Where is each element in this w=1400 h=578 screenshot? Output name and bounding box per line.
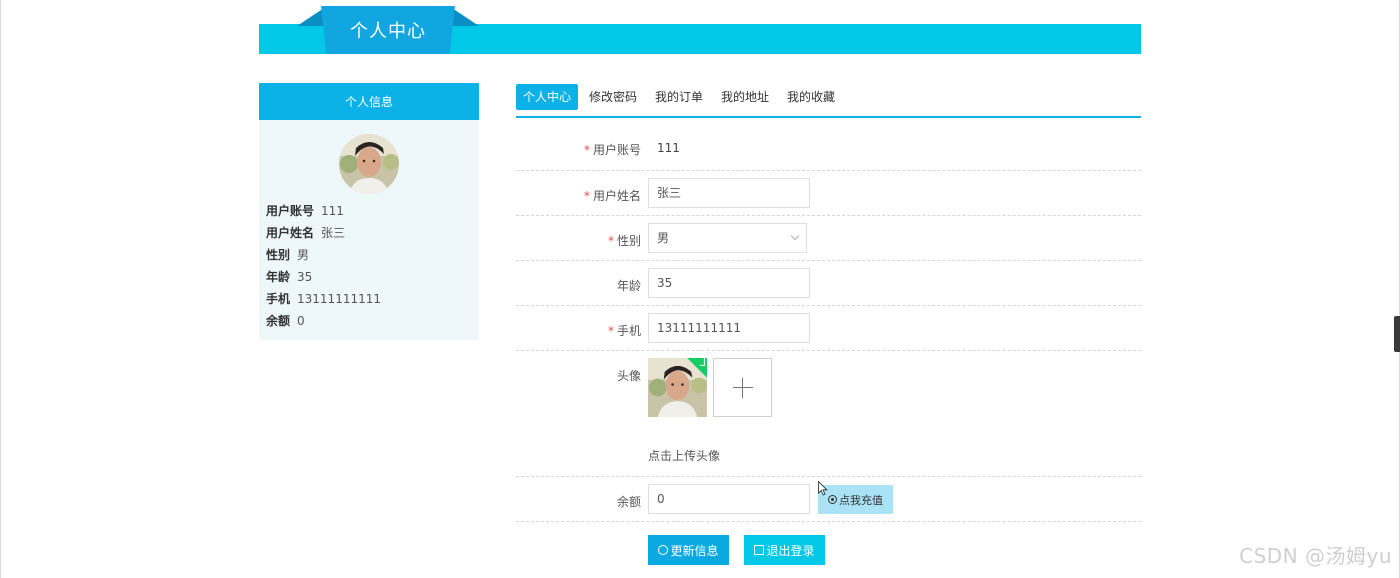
account-value: 111: [657, 141, 680, 155]
name-input[interactable]: 张三: [648, 178, 810, 208]
tab-profile-center[interactable]: 个人中心: [516, 84, 579, 110]
close-square-icon: [754, 545, 765, 555]
form-row-age: 年龄 35: [516, 261, 1141, 306]
sidebar-row-gender: 性别男: [266, 248, 310, 262]
page-title: 个人中心: [350, 21, 426, 42]
tab-change-password[interactable]: 修改密码: [589, 84, 637, 110]
age-label: 年龄: [616, 279, 641, 293]
uploaded-avatar[interactable]: [648, 358, 707, 417]
mouse-cursor-icon: [818, 481, 828, 496]
profile-tabs: 个人中心 修改密码 我的订单 我的地址 我的收藏: [516, 83, 1141, 118]
name-label: * 用户姓名: [583, 189, 641, 203]
scrollbar-thumb[interactable]: [1394, 316, 1400, 352]
logout-label: 退出登录: [766, 543, 815, 558]
age-input[interactable]: 35: [648, 268, 810, 298]
recharge-button[interactable]: 点我充值: [818, 485, 893, 514]
sidebar-avatar: [339, 134, 399, 194]
profile-sidebar: 个人信息 用户账号 111 用户姓名 张三 性别男 年龄 35 手机 131111111…: [259, 83, 479, 340]
watermark: CSDN @汤姆yu: [1239, 544, 1392, 568]
phone-input[interactable]: 13111111111: [648, 313, 810, 343]
tab-my-address[interactable]: 我的地址: [721, 84, 769, 110]
gender-select[interactable]: 男: [648, 223, 807, 253]
sidebar-info-list: 用户账号 111 用户姓名 张三 性别男 年龄 35 手机 13111111111 余额…: [259, 200, 479, 332]
balance-input[interactable]: 0: [648, 484, 810, 514]
avatar-upload-hint: 点击上传头像: [648, 449, 721, 463]
phone-label: * 手机: [607, 324, 641, 338]
update-info-label: 更新信息: [670, 543, 719, 558]
avatar-label: 头像: [616, 369, 641, 383]
avatar-image-icon: [339, 134, 399, 194]
tab-my-orders[interactable]: 我的订单: [655, 84, 703, 110]
gender-label: * 性别: [607, 234, 641, 248]
banner-title-box: 个人中心: [321, 6, 455, 54]
profile-form: * 用户账号 111 * 用户姓名 张三 * 性别 男 年龄 35 * 手机 13111…: [516, 125, 1141, 522]
form-row-balance: 余额 0 点我充值: [516, 477, 1141, 522]
sidebar-heading: 个人信息: [259, 83, 479, 120]
plus-icon-vertical: [742, 378, 743, 398]
form-row-phone: * 手机 13111111111: [516, 306, 1141, 351]
page: 个人中心 个人信息 用户账号 111 用户姓名 张三 性别男 年龄 35 手机 1311…: [0, 0, 1400, 578]
sidebar-row-balance: 余额 0: [266, 314, 305, 328]
form-row-gender: * 性别 男: [516, 216, 1141, 261]
chevron-down-icon: [790, 231, 800, 241]
form-row-account: * 用户账号 111: [516, 125, 1141, 171]
sidebar-row-name: 用户姓名 张三: [266, 226, 346, 240]
form-row-avatar: 头像 点击上传头像: [516, 351, 1141, 477]
tab-my-favorites[interactable]: 我的收藏: [787, 84, 835, 110]
sidebar-row-account: 用户账号 111: [266, 204, 344, 218]
sidebar-row-age: 年龄 35: [266, 270, 313, 284]
check-circle-icon: [658, 545, 669, 555]
recharge-icon: [828, 495, 837, 504]
update-info-button[interactable]: 更新信息: [648, 535, 729, 565]
page-edge-left: [0, 0, 1, 578]
account-label: * 用户账号: [583, 143, 641, 157]
logout-button[interactable]: 退出登录: [744, 535, 825, 565]
gender-select-value: 男: [657, 231, 670, 245]
form-row-name: * 用户姓名 张三: [516, 171, 1141, 216]
balance-label: 余额: [616, 495, 641, 509]
sidebar-row-phone: 手机 13111111111: [266, 292, 381, 306]
banner-title-tab: 个人中心: [297, 6, 479, 54]
plus-icon: [733, 387, 753, 388]
avatar-upload-button[interactable]: [713, 358, 772, 417]
recharge-label: 点我充值: [839, 493, 883, 507]
